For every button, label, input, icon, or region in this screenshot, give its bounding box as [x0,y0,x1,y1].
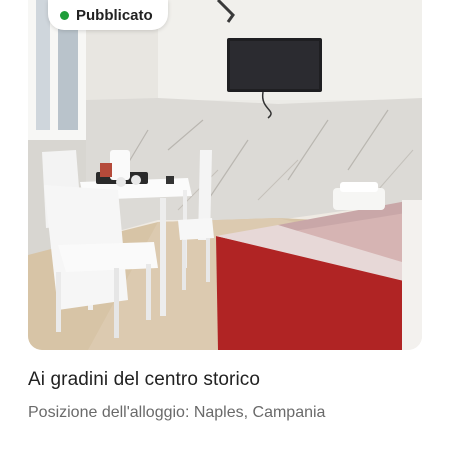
listing-card[interactable]: Pubblicato Ai gradini del centro storico… [0,0,450,450]
status-dot-icon [60,10,69,20]
status-badge-label: Pubblicato [76,6,153,24]
listing-photo[interactable] [28,0,422,350]
listing-location: Posizione dell'alloggio: Naples, Campani… [28,404,326,421]
listing-title[interactable]: Ai gradini del centro storico [28,369,260,391]
status-badge: Pubblicato [48,0,168,30]
